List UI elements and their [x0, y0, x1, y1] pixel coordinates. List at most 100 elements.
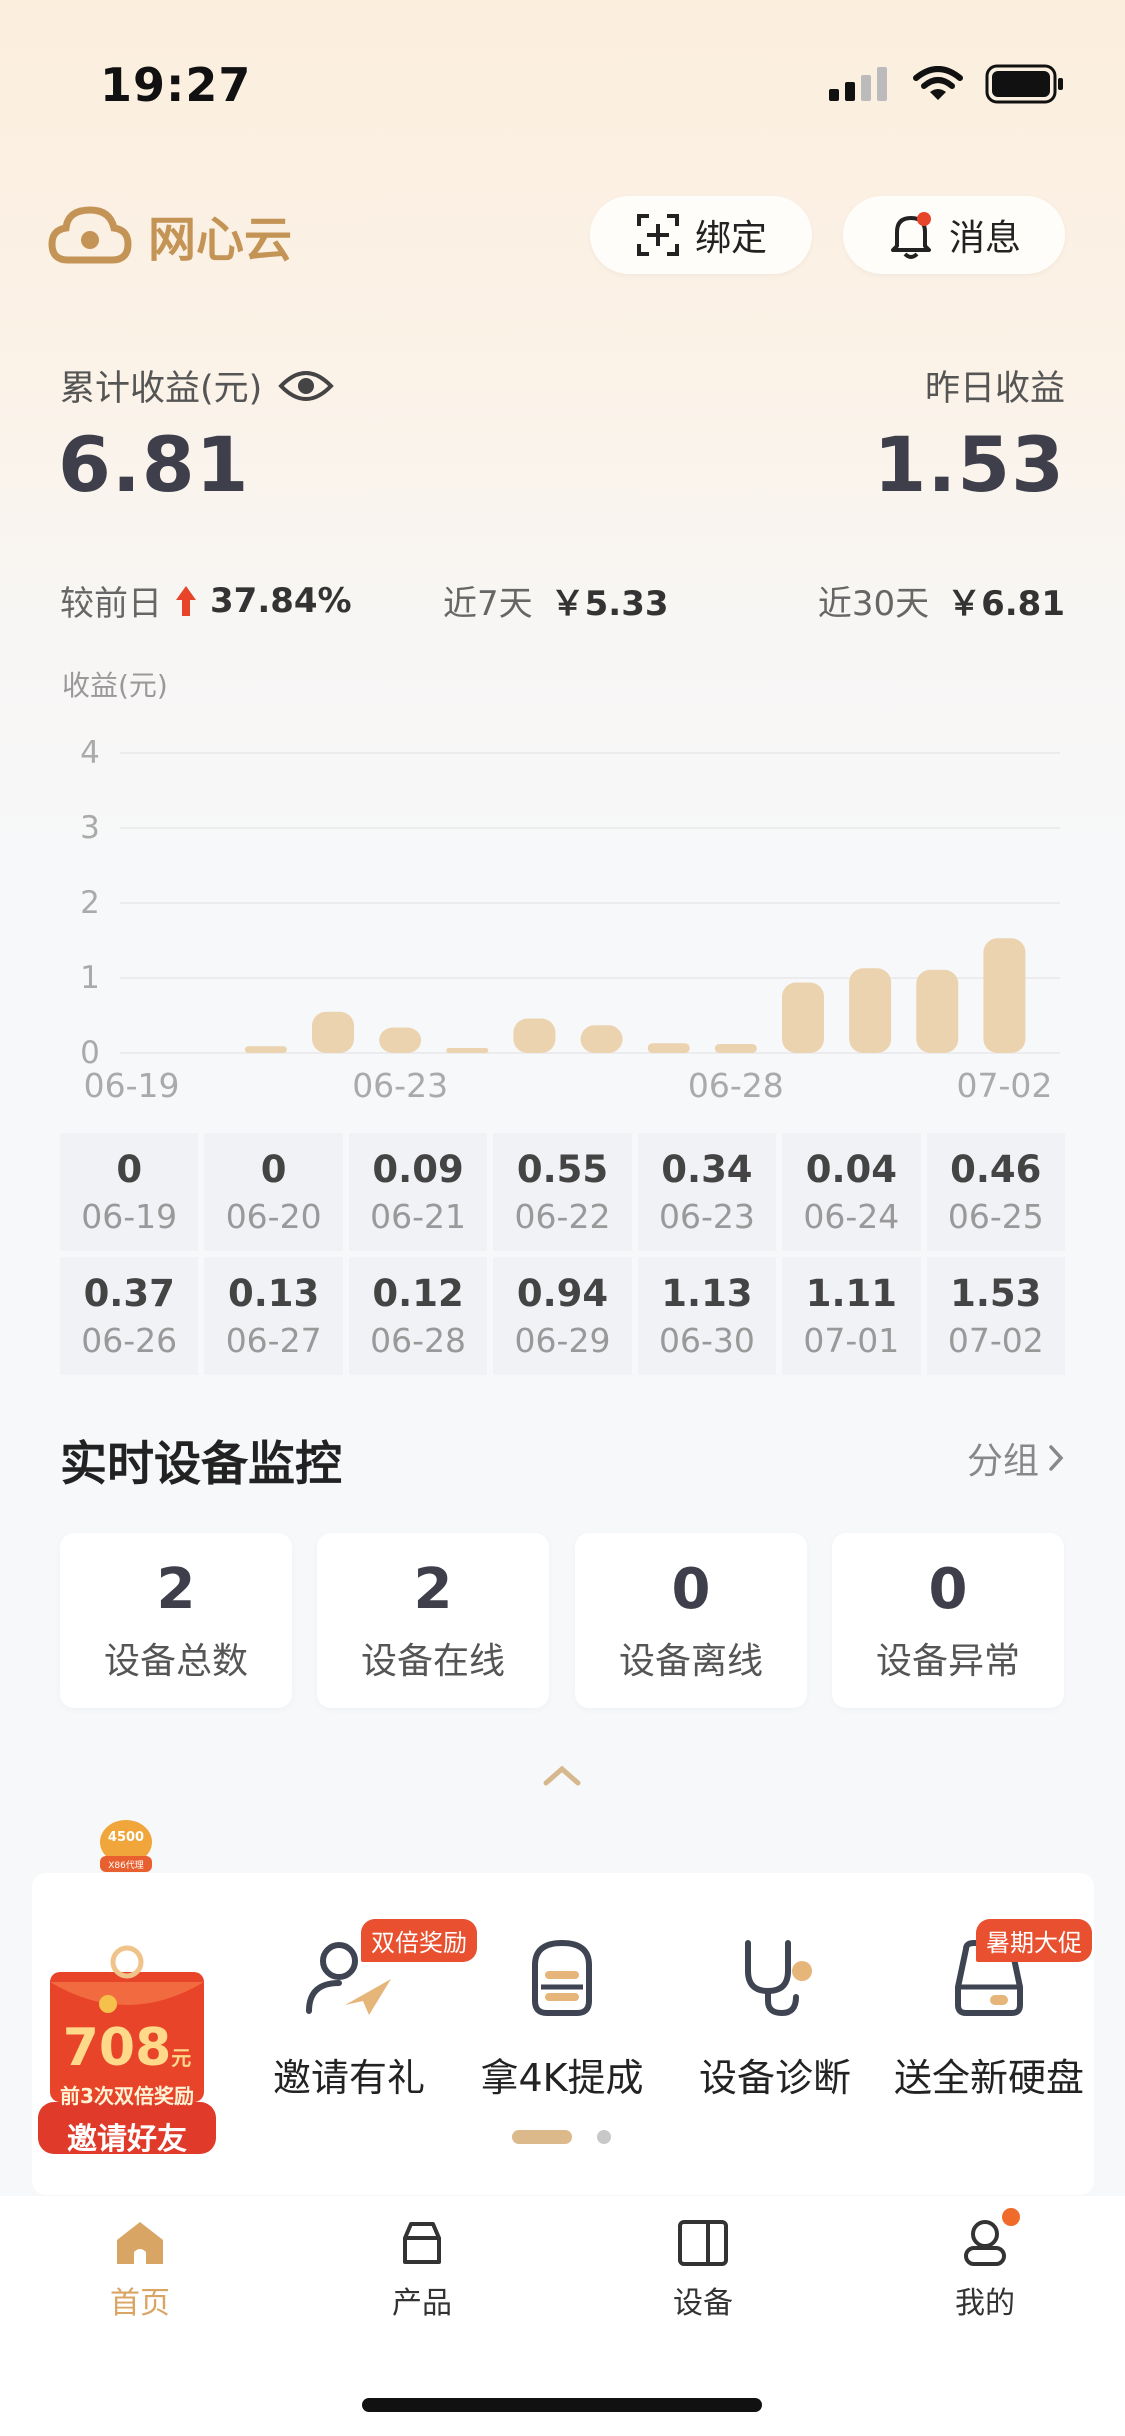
up-arrow-icon — [176, 585, 196, 616]
daily-value: 0.09 — [372, 1148, 464, 1191]
feature-free-disk[interactable]: 暑期大促 送全新硬盘 — [884, 1919, 1094, 2102]
stat-value: 2 — [156, 1557, 196, 1622]
feature-invite[interactable]: 双倍奖励 邀请有礼 — [244, 1919, 477, 2102]
y-tick-label: 3 — [80, 810, 100, 846]
battery-icon — [985, 64, 1063, 104]
stat-value: 0 — [671, 1557, 711, 1622]
app-name: 网心云 — [148, 212, 293, 268]
daily-value: 0.12 — [372, 1272, 464, 1315]
chart-bar — [379, 1027, 422, 1053]
y-tick-label: 1 — [80, 960, 100, 996]
chevron-right-icon — [1049, 1445, 1064, 1471]
scan-icon — [636, 214, 679, 256]
y-tick-label: 4 — [80, 735, 100, 771]
chart-bar — [580, 1025, 623, 1053]
feature-4k-commission[interactable]: 拿4K提成 — [457, 1935, 667, 2102]
compare-prev-day: 较前日 37.84% — [60, 576, 352, 625]
status-time: 19:27 — [100, 58, 252, 112]
home-indicator — [362, 2398, 762, 2412]
tab-mine[interactable]: 我的 — [915, 2208, 1055, 2322]
daily-cell: 0.04 06-24 — [782, 1133, 921, 1251]
daily-value: 0.04 — [805, 1148, 897, 1191]
tab-home[interactable]: 首页 — [70, 2218, 210, 2322]
eye-icon[interactable] — [278, 368, 335, 404]
stat-value: 0 — [928, 1557, 968, 1622]
daily-date: 06-21 — [370, 1197, 466, 1236]
daily-date: 06-26 — [81, 1321, 178, 1360]
week-earnings: 近7天 ￥5.33 — [443, 576, 669, 625]
month-label: 近30天 — [817, 584, 930, 624]
daily-value: 0.34 — [661, 1148, 753, 1191]
group-link[interactable]: 分组 — [967, 1432, 1065, 1484]
yesterday-earnings-label: 昨日收益 — [924, 369, 1065, 409]
y-tick-label: 2 — [80, 885, 100, 921]
stat-label: 设备异常 — [875, 1641, 1020, 1682]
device-icon — [678, 2220, 728, 2266]
daily-date: 06-22 — [514, 1197, 611, 1236]
promo-mini-badge[interactable]: 4500 X86代理 — [96, 1818, 156, 1874]
group-label: 分组 — [966, 1441, 1039, 1482]
daily-value: 1.11 — [805, 1272, 897, 1315]
tab-devices[interactable]: 设备 — [633, 2218, 773, 2322]
daily-cell: 0.12 06-28 — [348, 1257, 488, 1375]
daily-date: 06-19 — [81, 1197, 178, 1236]
message-button[interactable]: 消息 — [843, 196, 1065, 274]
envelope-sub: 前3次双倍奖励 — [60, 2084, 194, 2108]
message-label: 消息 — [948, 218, 1021, 259]
bind-label: 绑定 — [694, 218, 767, 259]
tab-label: 设备 — [673, 2286, 733, 2321]
daily-value: 0 — [260, 1148, 287, 1191]
daily-date: 06-24 — [803, 1197, 900, 1236]
daily-date: 07-02 — [947, 1321, 1044, 1360]
daily-value: 0 — [116, 1148, 143, 1191]
stat-value: 2 — [413, 1557, 453, 1622]
stat-label: 设备总数 — [103, 1641, 248, 1682]
daily-date: 06-27 — [225, 1321, 322, 1360]
daily-value: 0.37 — [83, 1272, 175, 1315]
stat-total-devices[interactable]: 2 设备总数 — [60, 1533, 292, 1708]
daily-cell: 1.53 07-02 — [926, 1257, 1065, 1375]
stat-label: 设备在线 — [360, 1641, 505, 1682]
daily-date: 06-23 — [658, 1197, 755, 1236]
pager-dot[interactable] — [597, 2130, 611, 2144]
month-earnings: 近30天 ￥6.81 — [818, 576, 1065, 625]
mini-badge-amount: 4500 — [107, 1830, 145, 1845]
total-earnings-label: 累计收益(元) — [60, 369, 263, 409]
daily-value: 0.94 — [516, 1272, 609, 1315]
daily-cell: 0.34 06-23 — [637, 1133, 777, 1251]
stat-abnormal-devices[interactable]: 0 设备异常 — [832, 1533, 1064, 1708]
x-tick-label: 06-28 — [688, 1066, 784, 1105]
pager-dot-active[interactable] — [512, 2130, 572, 2144]
status-icons — [829, 64, 1065, 104]
stat-online-devices[interactable]: 2 设备在线 — [317, 1533, 549, 1708]
tab-products[interactable]: 产品 — [352, 2218, 492, 2322]
bind-button[interactable]: 绑定 — [590, 196, 812, 274]
daily-earnings-table: 0 06-19 0 06-20 0.09 06-21 0.55 06-22 0.34 06-23 0… — [60, 1133, 1065, 1375]
feature-device-diagnosis[interactable]: 设备诊断 — [670, 1935, 880, 2102]
chart-bar — [446, 1048, 489, 1053]
daily-cell: 0.09 06-21 — [348, 1133, 488, 1251]
user-icon — [964, 2220, 1006, 2266]
daily-cell: 0.37 06-26 — [60, 1257, 199, 1375]
daily-cell: 0 06-19 — [60, 1133, 199, 1251]
daily-cell: 0.94 06-29 — [493, 1257, 632, 1375]
chart-bar — [983, 938, 1026, 1053]
feature-label: 邀请有礼 — [272, 2056, 425, 2100]
stat-offline-devices[interactable]: 0 设备离线 — [575, 1533, 807, 1708]
feature-label: 拿4K提成 — [480, 2056, 644, 2100]
daily-cell: 1.13 06-30 — [637, 1257, 777, 1375]
chevron-up-icon[interactable] — [540, 1763, 584, 1789]
chart-bar — [647, 1043, 690, 1053]
y-axis-title: 收益(元) — [62, 669, 168, 702]
server-icon — [532, 1939, 592, 2016]
daily-date: 06-30 — [658, 1321, 755, 1360]
total-earnings-value: 6.81 — [58, 420, 250, 509]
invite-envelope-card[interactable]: 708元 前3次双倍奖励 邀请好友 — [36, 1938, 218, 2160]
tab-label: 首页 — [110, 2286, 170, 2321]
daily-value: 1.13 — [661, 1272, 753, 1315]
daily-value: 0.46 — [950, 1148, 1042, 1191]
daily-cell: 0 06-20 — [204, 1133, 343, 1251]
week-value: ￥5.33 — [550, 584, 669, 624]
x-tick-label: 07-02 — [956, 1066, 1052, 1105]
chart-bar — [513, 1018, 556, 1053]
